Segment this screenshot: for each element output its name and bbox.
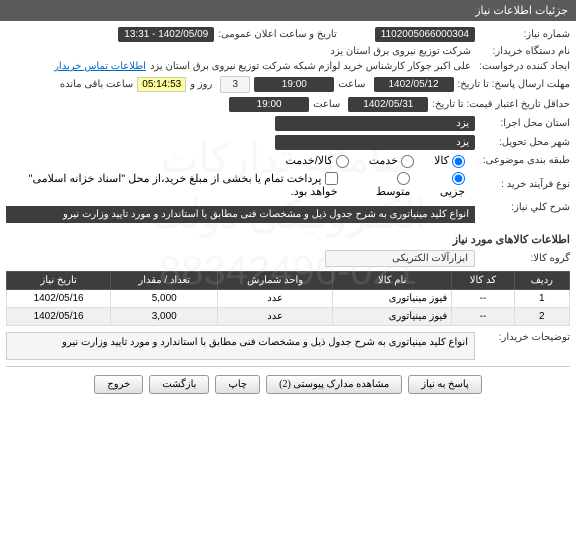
- window-title: جزئیات اطلاعات نیاز: [475, 5, 568, 17]
- label-buyer-note: توضیحات خریدار:: [475, 332, 570, 343]
- value-exec-loc: یزد: [275, 116, 475, 131]
- cell: 1: [514, 290, 569, 308]
- label-group: گروه کالا:: [475, 253, 570, 264]
- label-time1: ساعت: [334, 79, 369, 90]
- cell: --: [452, 290, 514, 308]
- window-header: جزئیات اطلاعات نیاز: [0, 0, 576, 21]
- cell: 1402/05/16: [7, 308, 111, 326]
- cell: 3,000: [111, 308, 218, 326]
- table-header-row: ردیف کد کالا نام کالا واحد شمارش تعداد /…: [7, 272, 570, 290]
- value-days: 3: [220, 76, 250, 93]
- main-content: سامانه تدارکات الکترونیکی دولت 021-88342…: [0, 21, 576, 408]
- value-deadline-time: 19:00: [254, 77, 334, 92]
- table-row[interactable]: 1 -- فیوز مینیاتوری عدد 5,000 1402/05/16: [7, 290, 570, 308]
- row-need-desc: شرح کلي نياز: انواع کلید مینیاتوری به شر…: [6, 202, 570, 227]
- section-items-title: اطلاعات کالاهای مورد نیاز: [6, 233, 570, 246]
- row-deliver-location: شهر محل تحویل: یزد: [6, 135, 570, 150]
- row-buyer-note: توضیحات خریدار: انواع کلید مینیاتوری به …: [6, 332, 570, 360]
- label-validity: حداقل تاریخ اعتبار قیمت: تا تاریخ:: [428, 99, 570, 110]
- value-need-no: 1102005066000304: [375, 27, 475, 42]
- radio-medium[interactable]: [397, 172, 410, 185]
- label-remaining: ساعت باقی مانده: [56, 79, 137, 90]
- opt-medium: متوسط: [376, 186, 411, 198]
- label-exec-loc: استان محل اجرا:: [475, 118, 570, 129]
- label-need-no: شماره نیاز:: [475, 29, 570, 40]
- value-deadline-date: 1402/05/12: [374, 77, 454, 92]
- row-exec-location: استان محل اجرا: یزد: [6, 116, 570, 131]
- th-code: کد کالا: [452, 272, 514, 290]
- label-days: روز و: [186, 79, 216, 90]
- print-button[interactable]: چاپ: [215, 375, 260, 394]
- radio-minor[interactable]: [452, 172, 465, 185]
- row-validity: حداقل تاریخ اعتبار قیمت: تا تاریخ: 1402/…: [6, 97, 570, 112]
- label-deliver-loc: شهر محل تحویل:: [475, 137, 570, 148]
- th-row: ردیف: [514, 272, 569, 290]
- row-deadline: مهلت ارسال پاسخ: تا تاریخ: 1402/05/12 سا…: [6, 76, 570, 93]
- row-buyer: نام دستگاه خریدار: شرکت توزیع نیروی برق …: [6, 46, 570, 57]
- th-name: نام کالا: [333, 272, 452, 290]
- items-table: ردیف کد کالا نام کالا واحد شمارش تعداد /…: [6, 271, 570, 326]
- value-deliver-loc: یزد: [275, 135, 475, 150]
- back-button[interactable]: بازگشت: [149, 375, 209, 394]
- footer-buttons: پاسخ به نیاز مشاهده مدارک پیوستی (2) چاپ…: [6, 366, 570, 402]
- radio-service[interactable]: [401, 155, 414, 168]
- value-announce: 1402/05/09 - 13:31: [118, 27, 214, 42]
- th-date: تاریخ نیاز: [7, 272, 111, 290]
- label-deadline: مهلت ارسال پاسخ: تا تاریخ:: [454, 79, 570, 90]
- value-remaining-time: 05:14:53: [137, 77, 186, 92]
- th-qty: تعداد / مقدار: [111, 272, 218, 290]
- table-row[interactable]: 2 -- فیوز مینیاتوری عدد 3,000 1402/05/16: [7, 308, 570, 326]
- label-need-desc: شرح کلي نياز:: [475, 202, 570, 227]
- cell: 1402/05/16: [7, 290, 111, 308]
- label-buyer: نام دستگاه خریدار:: [475, 46, 570, 57]
- note-treasury: پرداخت تمام یا بخشی از مبلغ خرید،از محل …: [29, 173, 338, 199]
- cell: عدد: [218, 308, 333, 326]
- value-validity-time: 19:00: [229, 97, 309, 112]
- row-need-number: شماره نیاز: 1102005066000304 تاریخ و ساع…: [6, 27, 570, 42]
- value-buyer-note: انواع کلید مینیاتوری به شرح جدول ذیل و م…: [6, 332, 475, 360]
- radio-both[interactable]: [336, 155, 349, 168]
- respond-button[interactable]: پاسخ به نیاز: [408, 375, 482, 394]
- link-contact-info[interactable]: اطلاعات تماس خریدار: [54, 61, 146, 72]
- cell: فیوز مینیاتوری: [333, 290, 452, 308]
- cell: --: [452, 308, 514, 326]
- opt-minor: جزیی: [440, 186, 465, 198]
- exit-button[interactable]: خروج: [94, 375, 143, 394]
- opt-goods: کالا: [434, 155, 449, 167]
- value-requester: علی اکبر جوکار کارشناس خرید لوازم شبکه ش…: [146, 61, 475, 72]
- value-group: ابزارآلات الکتریکی: [325, 250, 475, 267]
- attachments-button[interactable]: مشاهده مدارک پیوستی (2): [266, 375, 402, 394]
- value-buyer: شرکت توزیع نیروی برق استان یزد: [326, 46, 475, 57]
- cell: فیوز مینیاتوری: [333, 308, 452, 326]
- value-validity-date: 1402/05/31: [348, 97, 428, 112]
- check-treasury[interactable]: [325, 172, 338, 185]
- label-requester: ایجاد کننده درخواست:: [475, 61, 570, 72]
- opt-service: خدمت: [369, 155, 398, 167]
- value-need-desc: انواع کلید مینیاتوری به شرح جدول ذیل و م…: [6, 206, 475, 223]
- row-requester: ایجاد کننده درخواست: علی اکبر جوکار کارش…: [6, 61, 570, 72]
- row-category: طبقه بندی موضوعی: کالا خدمت کالا/خدمت: [6, 154, 570, 168]
- row-group: گروه کالا: ابزارآلات الکتریکی: [6, 250, 570, 267]
- label-buy-type: نوع فرآیند خرید :: [475, 179, 570, 190]
- radio-goods[interactable]: [452, 155, 465, 168]
- label-category: طبقه بندی موضوعی:: [475, 155, 570, 166]
- cell: عدد: [218, 290, 333, 308]
- cell: 5,000: [111, 290, 218, 308]
- label-announce: تاریخ و ساعت اعلان عمومی:: [214, 29, 341, 40]
- th-unit: واحد شمارش: [218, 272, 333, 290]
- cell: 2: [514, 308, 569, 326]
- label-time2: ساعت: [309, 99, 344, 110]
- opt-both: کالا/خدمت: [285, 155, 332, 167]
- row-buy-type: نوع فرآیند خرید : جزیی متوسط پرداخت تمام…: [6, 172, 570, 199]
